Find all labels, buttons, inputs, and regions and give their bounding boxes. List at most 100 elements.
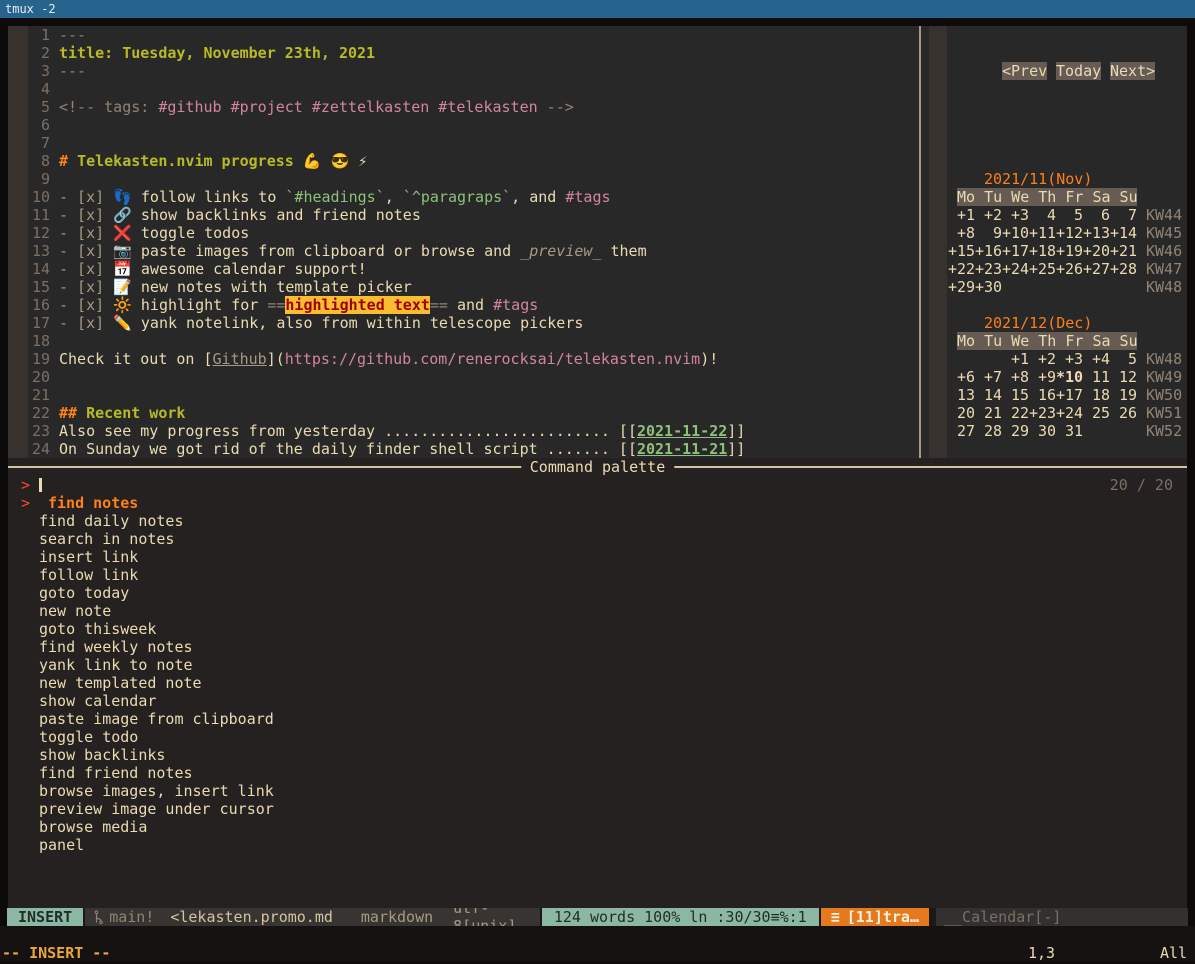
calendar-day[interactable]: 6 [1083,206,1110,224]
calendar-day[interactable]: +4 [1083,350,1110,368]
editor-line[interactable]: 24On Sunday we got rid of the daily find… [8,440,745,458]
calendar-day[interactable]: +26 [1056,260,1083,278]
palette-item[interactable]: browse media [8,818,1187,836]
editor-line[interactable]: 17- [x] ✏️ yank notelink, also from with… [8,314,745,332]
calendar-day[interactable]: 13 [948,386,975,404]
editor-line[interactable]: 1--- [8,26,745,44]
calendar-day[interactable]: 15 [1002,386,1029,404]
calendar-day[interactable]: 27 [948,422,975,440]
editor-line[interactable]: 12- [x] ❌ toggle todos [8,224,745,242]
editor-line[interactable]: 22## Recent work [8,404,745,422]
calendar-day[interactable]: 29 [1002,422,1029,440]
editor-line[interactable]: 15- [x] 📝 new notes with template picker [8,278,745,296]
palette-item[interactable]: show calendar [8,692,1187,710]
calendar-day[interactable]: +8 [1002,368,1029,386]
editor-line[interactable]: 20 [8,368,745,386]
calendar-day[interactable]: 31 [1056,422,1083,440]
calendar-prev-button[interactable]: <Prev [1002,62,1047,80]
calendar-day[interactable]: 14 [975,386,1002,404]
calendar-day[interactable]: 19 [1110,386,1137,404]
editor-line[interactable]: 19Check it out on [Github](https://githu… [8,350,745,368]
calendar-day[interactable]: +2 [1029,350,1056,368]
calendar-day[interactable]: +18 [1029,242,1056,260]
palette-item[interactable]: show backlinks [8,746,1187,764]
editor-line[interactable]: 14- [x] 📅 awesome calendar support! [8,260,745,278]
editor-line[interactable]: 16- [x] 🔆 highlight for ==highlighted te… [8,296,745,314]
calendar-day[interactable]: +22 [948,260,975,278]
calendar-next-button[interactable]: Next> [1110,62,1155,80]
calendar-day[interactable]: +19 [1056,242,1083,260]
calendar-day[interactable]: +25 [1029,260,1056,278]
calendar-day[interactable]: +15 [948,242,975,260]
palette-item[interactable]: goto thisweek [8,620,1187,638]
calendar-today-button[interactable]: Today [1056,62,1101,80]
calendar-day[interactable]: +9 [1029,368,1056,386]
calendar-day[interactable]: +30 [975,278,1002,296]
calendar-day[interactable]: 7 [1110,206,1137,224]
palette-item[interactable]: browse images, insert link [8,782,1187,800]
calendar-day[interactable]: +3 [1002,206,1029,224]
calendar-day[interactable]: +24 [1056,404,1083,422]
calendar-day[interactable]: +3 [1056,350,1083,368]
calendar-day[interactable]: +10 [1002,224,1029,242]
calendar-day[interactable]: 5 [1056,206,1083,224]
calendar-day[interactable]: +13 [1083,224,1110,242]
calendar-day[interactable]: 16 [1029,386,1056,404]
calendar-day[interactable]: +14 [1110,224,1137,242]
calendar-day[interactable]: +6 [948,368,975,386]
palette-item[interactable]: follow link [8,566,1187,584]
calendar-day[interactable]: +27 [1083,260,1110,278]
calendar-day[interactable]: +8 [948,224,975,242]
calendar-day[interactable]: +21 [1110,242,1137,260]
editor-line[interactable]: 6 [8,116,745,134]
editor-line[interactable]: 10- [x] 👣 follow links to `#headings`, `… [8,188,745,206]
calendar-day[interactable]: +24 [1002,260,1029,278]
palette-item[interactable]: insert link [8,548,1187,566]
calendar-day[interactable]: 26 [1110,404,1137,422]
tab-indicator[interactable]: ≡[11]tra… [821,908,929,926]
calendar-day[interactable]: 20 [948,404,975,422]
calendar-day[interactable]: +23 [1029,404,1056,422]
palette-item[interactable]: find daily notes [8,512,1187,530]
editor-line[interactable]: 2title: Tuesday, November 23th, 2021 [8,44,745,62]
palette-item[interactable]: find weekly notes [8,638,1187,656]
calendar-day[interactable]: 5 [1110,350,1137,368]
calendar-day[interactable]: +20 [1083,242,1110,260]
editor-line[interactable]: 21 [8,386,745,404]
editor-line[interactable]: 11- [x] 🔗 show backlinks and friend note… [8,206,745,224]
calendar-day[interactable]: +11 [1029,224,1056,242]
calendar-day[interactable]: 21 [975,404,1002,422]
calendar-day[interactable]: 18 [1083,386,1110,404]
calendar-day[interactable]: 25 [1083,404,1110,422]
palette-prompt-input[interactable]: > 20 / 20 [8,476,1187,494]
palette-item[interactable]: preview image under cursor [8,800,1187,818]
palette-item[interactable]: yank link to note [8,656,1187,674]
palette-item[interactable]: search in notes [8,530,1187,548]
calendar-day[interactable]: +17 [1056,386,1083,404]
editor-line[interactable]: 9 [8,170,745,188]
calendar-day[interactable]: 12 [1110,368,1137,386]
calendar-day[interactable]: +16 [975,242,1002,260]
palette-item[interactable]: toggle todo [8,728,1187,746]
editor-line[interactable]: 4 [8,80,745,98]
palette-item[interactable]: new note [8,602,1187,620]
palette-item-selected[interactable]: >find notes [8,494,1187,512]
palette-item[interactable]: panel [8,836,1187,854]
calendar-day[interactable]: +29 [948,278,975,296]
calendar-day[interactable]: 9 [975,224,1002,242]
calendar-day[interactable]: +7 [975,368,1002,386]
palette-item[interactable]: paste image from clipboard [8,710,1187,728]
palette-item[interactable]: find friend notes [8,764,1187,782]
command-line[interactable]: :lua require('telekasten').panel() [0,926,1195,944]
palette-item[interactable]: new templated note [8,674,1187,692]
calendar-day[interactable]: 30 [1029,422,1056,440]
calendar-day[interactable]: 22 [1002,404,1029,422]
editor-line[interactable]: 23Also see my progress from yesterday ..… [8,422,745,440]
editor-window[interactable]: 1---2title: Tuesday, November 23th, 2021… [8,26,919,458]
calendar-day[interactable]: +1 [948,206,975,224]
calendar-day[interactable]: 4 [1029,206,1056,224]
editor-line[interactable]: 5<!-- tags: #github #project #zettelkast… [8,98,745,116]
calendar-day[interactable]: +2 [975,206,1002,224]
calendar-day[interactable]: +12 [1056,224,1083,242]
editor-line[interactable]: 13- [x] 📷 paste images from clipboard or… [8,242,745,260]
